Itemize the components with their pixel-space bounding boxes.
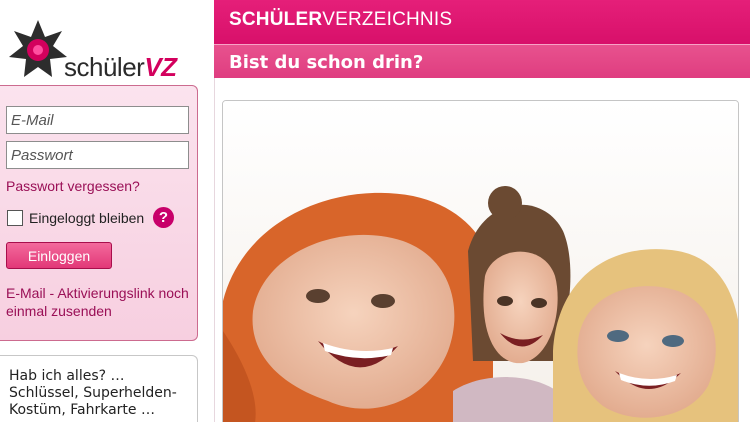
teaser-text: Hab ich alles? … Schlüssel, Superhelden-… [9,368,177,418]
site-title-regular: VERZEICHNIS [322,9,453,30]
resend-activation-link[interactable]: E-Mail - Aktivierungslink noch einmal zu… [6,284,192,320]
remember-me-checkbox[interactable] [7,210,23,226]
site-logo[interactable]: schülerVZ [8,12,208,82]
remember-me-label: Eingeloggt bleiben [29,210,145,226]
site-title-bold: SCHÜLER [229,9,323,30]
info-teaser-box: Hab ich alles? … Schlüssel, Superhelden-… [0,355,198,422]
hero-photo [222,100,739,422]
password-input[interactable] [6,141,189,169]
star-flower-logo-icon [9,20,67,77]
logo-wordmark: schülerVZ [64,52,177,83]
login-panel: Passwort vergessen? Eingeloggt bleiben ?… [0,85,198,341]
forgot-password-link[interactable]: Passwort vergessen? [6,178,140,194]
email-input[interactable] [6,106,189,134]
page-subtitle: Bist du schon drin? [229,52,424,73]
help-icon[interactable]: ? [153,207,174,228]
sub-header: Bist du schon drin? [214,44,750,78]
site-title: SCHÜLERVERZEICHNIS [229,9,452,31]
logo-text-accent: VZ [144,52,177,82]
hero-photo-image [223,101,738,422]
logo-text-main: schüler [64,52,145,82]
login-button[interactable]: Einloggen [6,242,112,269]
site-header: SCHÜLERVERZEICHNIS [214,0,750,44]
